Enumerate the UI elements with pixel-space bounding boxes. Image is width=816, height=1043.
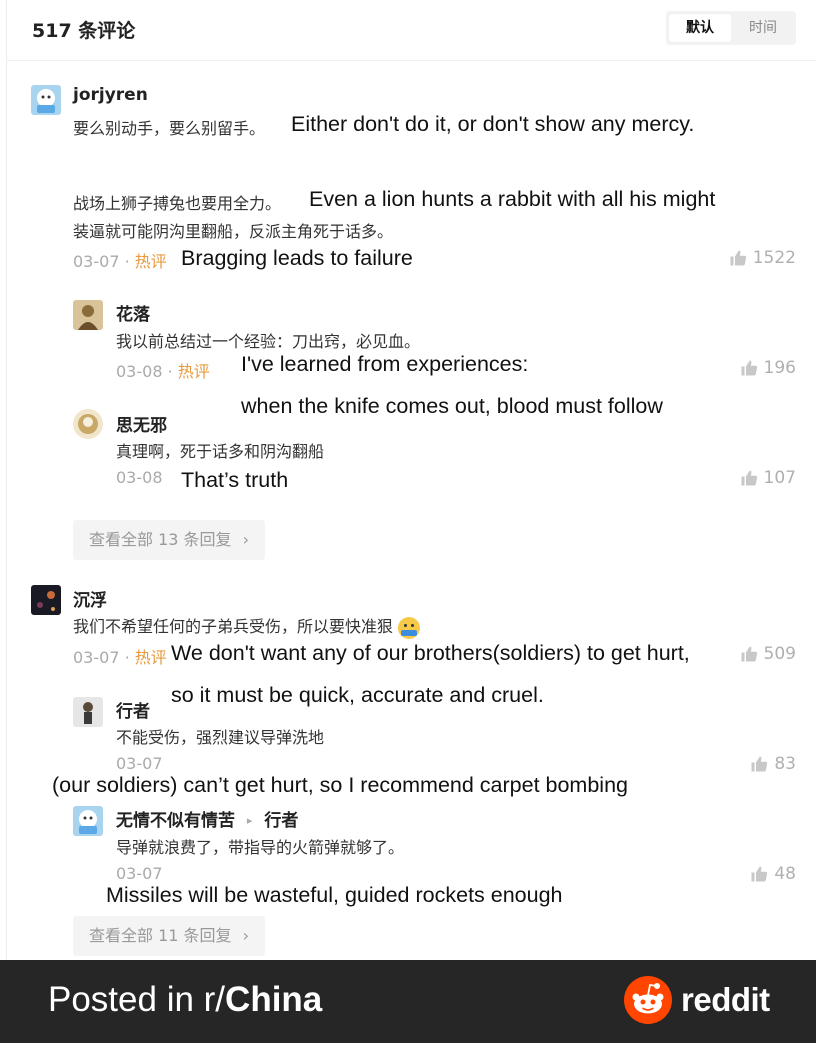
comment-text: 装逼就可能阴沟里翻船，反派主角死于话多。	[73, 222, 394, 241]
view-all-replies-label: 查看全部 11 条回复	[89, 926, 232, 945]
left-border	[6, 0, 7, 960]
avatar[interactable]	[73, 409, 103, 439]
reply-date: 03-08	[116, 468, 163, 487]
translation-text: Either don't do it, or don't show any me…	[291, 112, 695, 136]
reply-date: 03-07	[116, 864, 163, 883]
hot-badge: 热评	[134, 648, 167, 667]
like-count: 107	[763, 468, 796, 488]
translation-text: Bragging leads to failure	[181, 246, 413, 270]
translation-text: (our soldiers) can’t get hurt, so I reco…	[52, 773, 628, 797]
translation-text: That’s truth	[181, 468, 289, 492]
reply-text: 真理啊，死于话多和阴沟翻船	[116, 442, 325, 461]
thumbs-up-icon	[740, 469, 758, 487]
like-count: 196	[763, 358, 796, 378]
comment-username[interactable]: jorjyren	[73, 85, 148, 105]
hot-badge: 热评	[177, 362, 210, 381]
comment-meta: 03-07 · 热评	[73, 248, 167, 272]
like-button[interactable]: 509	[740, 644, 796, 664]
avatar[interactable]	[73, 697, 103, 727]
reply-text: 导弹就浪费了，带指导的火箭弹就够了。	[116, 838, 405, 857]
thumbs-up-icon	[750, 865, 768, 883]
thumbs-up-icon	[740, 645, 758, 663]
reply-username[interactable]: 花落	[116, 300, 150, 325]
translation-text: Even a lion hunts a rabbit with all his …	[309, 187, 716, 211]
comment-text: 要么别动手，要么别留手。	[73, 119, 266, 138]
sort-toggle: 默认 时间	[666, 11, 796, 45]
comment-text: 我们不希望任何的子弟兵受伤，所以要快准狠	[73, 613, 421, 639]
comment-date: 03-07 ·	[73, 648, 135, 667]
reply-date: 03-07	[116, 754, 163, 773]
reply-username[interactable]: 思无邪	[116, 411, 167, 436]
like-count: 1522	[752, 248, 796, 268]
avatar[interactable]	[73, 806, 103, 836]
view-all-replies-button[interactable]: 查看全部 11 条回复 ›	[73, 916, 266, 956]
sort-default-button[interactable]: 默认	[669, 14, 731, 42]
like-count: 83	[774, 754, 796, 774]
thumbs-up-icon	[729, 249, 747, 267]
avatar[interactable]	[73, 300, 103, 330]
posted-in-label: Posted in r/China	[48, 980, 322, 1020]
thumbs-up-icon	[750, 755, 768, 773]
comment-meta: 03-07 · 热评	[73, 644, 167, 668]
reply-meta: 03-08 · 热评	[116, 358, 210, 382]
reply-username[interactable]: 行者	[116, 697, 150, 722]
emoji-icon	[398, 616, 421, 639]
reply-arrow-icon: ▸	[246, 814, 253, 827]
reddit-wordmark: reddit	[681, 981, 770, 1018]
translation-text: when the knife comes out, blood must fol…	[241, 394, 663, 418]
like-count: 509	[763, 644, 796, 664]
reddit-logo-icon	[624, 976, 672, 1024]
reply-author[interactable]: 无情不似有情苦	[116, 811, 235, 831]
translation-text: I've learned from experiences:	[241, 352, 529, 376]
like-button[interactable]: 48	[750, 864, 796, 884]
comment-date: 03-07 ·	[73, 252, 135, 271]
hot-badge: 热评	[134, 252, 167, 271]
like-button[interactable]: 196	[740, 358, 796, 378]
view-all-replies-button[interactable]: 查看全部 13 条回复 ›	[73, 520, 266, 560]
avatar[interactable]	[31, 585, 61, 615]
comment-username[interactable]: 沉浮	[73, 586, 107, 611]
comment-count-title: 517 条评论	[32, 20, 136, 42]
like-button[interactable]: 83	[750, 754, 796, 774]
reply-username: 无情不似有情苦 ▸ 行者	[116, 806, 298, 831]
posted-prefix: Posted in r/	[48, 980, 226, 1019]
like-count: 48	[774, 864, 796, 884]
thumbs-up-icon	[740, 359, 758, 377]
reply-text: 我以前总结过一个经验：刀出窍，必见血。	[116, 332, 421, 351]
reply-date: 03-08 ·	[116, 362, 178, 381]
translation-text: so it must be quick, accurate and cruel.	[171, 683, 544, 707]
like-button[interactable]: 107	[740, 468, 796, 488]
view-all-replies-label: 查看全部 13 条回复	[89, 530, 232, 549]
translation-text: We don't want any of our brothers(soldie…	[171, 641, 690, 665]
header-divider	[7, 60, 816, 61]
like-button[interactable]: 1522	[729, 248, 796, 268]
comment-text: 战场上狮子搏兔也要用全力。	[73, 194, 282, 213]
sort-time-button[interactable]: 时间	[732, 14, 794, 42]
subreddit-name[interactable]: China	[225, 980, 322, 1019]
comment-text-body: 我们不希望任何的子弟兵受伤，所以要快准狠	[73, 617, 394, 636]
chevron-right-icon: ›	[242, 530, 250, 549]
reply-target[interactable]: 行者	[264, 811, 298, 831]
translation-text: Missiles will be wasteful, guided rocket…	[106, 883, 563, 907]
reply-text: 不能受伤，强烈建议导弹洗地	[116, 728, 325, 747]
chevron-right-icon: ›	[242, 926, 250, 945]
avatar[interactable]	[31, 85, 61, 115]
